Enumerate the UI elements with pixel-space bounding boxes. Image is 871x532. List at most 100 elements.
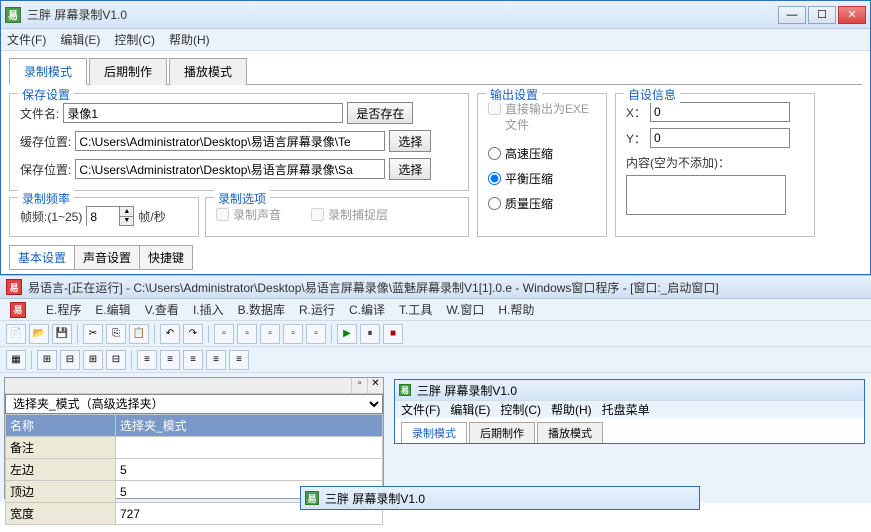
ide-menu-db[interactable]: B.数据库	[238, 301, 285, 318]
nested-titlebar[interactable]: 易 三胖 屏幕录制V1.0	[395, 380, 864, 400]
cache-input[interactable]	[75, 131, 385, 151]
nested-menu-tray[interactable]: 托盘菜单	[602, 401, 650, 418]
align-icon[interactable]: ⊟	[106, 350, 126, 370]
undo-icon[interactable]: ↶	[160, 324, 180, 344]
float-titlebar[interactable]: 易 三胖 屏幕录制V1.0	[301, 487, 699, 509]
align-icon[interactable]: ⊞	[37, 350, 57, 370]
spin-down-icon[interactable]: ▼	[119, 217, 133, 226]
prop-value[interactable]: 5	[116, 459, 383, 481]
ide-titlebar[interactable]: 易 易语言-[正在运行] - C:\Users\Administrator\De…	[0, 275, 871, 299]
btab-sound[interactable]: 声音设置	[74, 245, 140, 270]
x-input[interactable]	[650, 102, 790, 122]
stop-icon[interactable]: ■	[383, 324, 403, 344]
nested-menu-edit[interactable]: 编辑(E)	[450, 401, 490, 418]
window-buttons: — ☐ ✕	[778, 6, 866, 24]
tool-icon[interactable]: ▫	[306, 324, 326, 344]
ide-menu-run[interactable]: R.运行	[299, 301, 335, 318]
close-button[interactable]: ✕	[838, 6, 866, 24]
open-icon[interactable]: 📂	[29, 324, 49, 344]
minimize-button[interactable]: —	[778, 6, 806, 24]
cut-icon[interactable]: ✂	[83, 324, 103, 344]
maximize-button[interactable]: ☐	[808, 6, 836, 24]
tool-icon[interactable]: ▫	[260, 324, 280, 344]
panel-close-icon[interactable]: ✕	[367, 378, 383, 393]
run-icon[interactable]: ▶	[337, 324, 357, 344]
fast-radio[interactable]: 高速压缩	[488, 145, 596, 162]
save-icon[interactable]: 💾	[52, 324, 72, 344]
tab-record[interactable]: 录制模式	[9, 58, 87, 85]
redo-icon[interactable]: ↷	[183, 324, 203, 344]
ide-menu-compile[interactable]: C.编译	[349, 301, 385, 318]
tool-icon[interactable]: ▫	[283, 324, 303, 344]
filename-input[interactable]	[63, 103, 343, 123]
paste-icon[interactable]: 📋	[129, 324, 149, 344]
menu-edit[interactable]: 编辑(E)	[60, 31, 100, 48]
save-label: 保存位置:	[20, 161, 71, 178]
prop-value[interactable]: 选择夹_模式	[116, 415, 383, 437]
balance-radio[interactable]: 平衡压缩	[488, 170, 596, 187]
ide-menu-icon: 易	[10, 302, 26, 318]
panel-pin-icon[interactable]: ▫	[351, 378, 367, 393]
tab-play[interactable]: 播放模式	[169, 58, 247, 85]
prop-name[interactable]: 宽度	[6, 503, 116, 525]
freq-unit: 帧/秒	[138, 208, 165, 225]
prop-name[interactable]: 顶边	[6, 481, 116, 503]
btab-hotkey[interactable]: 快捷键	[139, 245, 193, 270]
nested-menu-file[interactable]: 文件(F)	[401, 401, 440, 418]
align-icon[interactable]: ▦	[6, 350, 26, 370]
ide-menu-help[interactable]: H.帮助	[498, 301, 534, 318]
object-select[interactable]: 选择夹_模式（高级选择夹）	[5, 394, 383, 414]
freq-spinner[interactable]: ▲▼	[86, 206, 134, 226]
prop-name[interactable]: 备注	[6, 437, 116, 459]
menu-help[interactable]: 帮助(H)	[169, 31, 210, 48]
content-textarea[interactable]	[626, 175, 786, 215]
tab-post[interactable]: 后期制作	[89, 58, 167, 85]
nested-tab-record[interactable]: 录制模式	[401, 422, 467, 443]
align-icon[interactable]: ≡	[160, 350, 180, 370]
menu-control[interactable]: 控制(C)	[114, 31, 155, 48]
tool-icon[interactable]: ▫	[237, 324, 257, 344]
btab-basic[interactable]: 基本设置	[9, 245, 75, 270]
ide-menu-insert[interactable]: I.插入	[193, 301, 224, 318]
nested-window[interactable]: 易 三胖 屏幕录制V1.0 文件(F) 编辑(E) 控制(C) 帮助(H) 托盘…	[394, 379, 865, 444]
exists-button[interactable]: 是否存在	[347, 102, 413, 124]
pause-icon[interactable]: ⏸	[360, 324, 380, 344]
ide-menu-view[interactable]: V.查看	[145, 301, 179, 318]
ide-menu-program[interactable]: E.程序	[46, 301, 81, 318]
align-icon[interactable]: ≡	[183, 350, 203, 370]
prop-name[interactable]: 名称	[6, 415, 116, 437]
prop-name[interactable]: 左边	[6, 459, 116, 481]
freq-input[interactable]	[87, 207, 119, 227]
align-icon[interactable]: ≡	[137, 350, 157, 370]
nested-menu-control[interactable]: 控制(C)	[500, 401, 541, 418]
align-icon[interactable]: ⊞	[83, 350, 103, 370]
spin-up-icon[interactable]: ▲	[119, 207, 133, 217]
panel-header: ▫ ✕	[5, 378, 383, 394]
align-icon[interactable]: ≡	[229, 350, 249, 370]
nested-tab-post[interactable]: 后期制作	[469, 422, 535, 443]
save-input[interactable]	[75, 159, 385, 179]
bottom-tabs: 基本设置 声音设置 快捷键	[9, 245, 862, 270]
align-icon[interactable]: ≡	[206, 350, 226, 370]
ide-menu-tools[interactable]: T.工具	[399, 301, 432, 318]
quality-radio[interactable]: 质量压缩	[488, 195, 596, 212]
nested-menu-help[interactable]: 帮助(H)	[551, 401, 592, 418]
new-icon[interactable]: 📄	[6, 324, 26, 344]
ide-menu-edit[interactable]: E.编辑	[95, 301, 130, 318]
table-row: 备注	[6, 437, 383, 459]
save-select-button[interactable]: 选择	[389, 158, 431, 180]
prop-value[interactable]	[116, 437, 383, 459]
menu-file[interactable]: 文件(F)	[7, 31, 46, 48]
nested-tab-play[interactable]: 播放模式	[537, 422, 603, 443]
freq-legend: 录制频率	[18, 190, 74, 207]
y-input[interactable]	[650, 128, 790, 148]
cache-select-button[interactable]: 选择	[389, 130, 431, 152]
titlebar[interactable]: 易 三胖 屏幕录制V1.0 — ☐ ✕	[1, 1, 870, 29]
save-settings-group: 保存设置 文件名: 是否存在 缓存位置: 选择 保存位置: 选择	[9, 93, 469, 191]
freq-group: 录制频率 帧频:(1~25) ▲▼ 帧/秒	[9, 197, 199, 237]
ide-menu-window[interactable]: W.窗口	[446, 301, 484, 318]
copy-icon[interactable]: ⎘	[106, 324, 126, 344]
align-icon[interactable]: ⊟	[60, 350, 80, 370]
tool-icon[interactable]: ▫	[214, 324, 234, 344]
floating-window[interactable]: 易 三胖 屏幕录制V1.0	[300, 486, 700, 510]
